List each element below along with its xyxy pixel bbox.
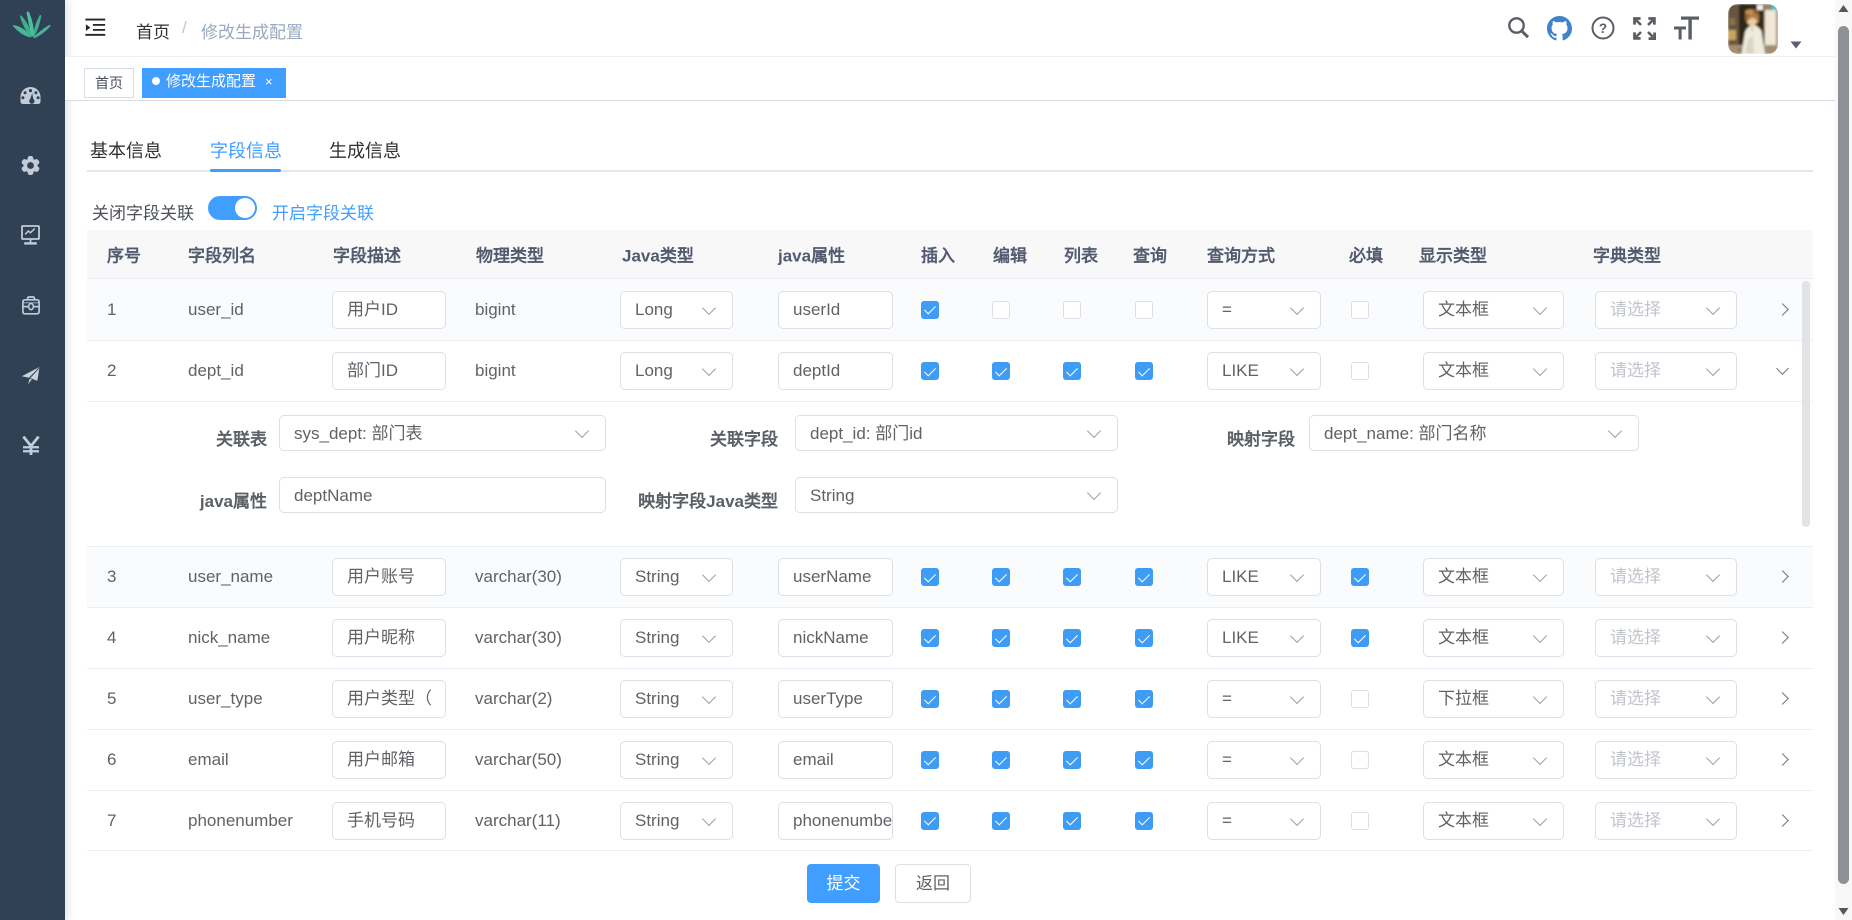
- svg-text:?: ?: [1599, 21, 1607, 36]
